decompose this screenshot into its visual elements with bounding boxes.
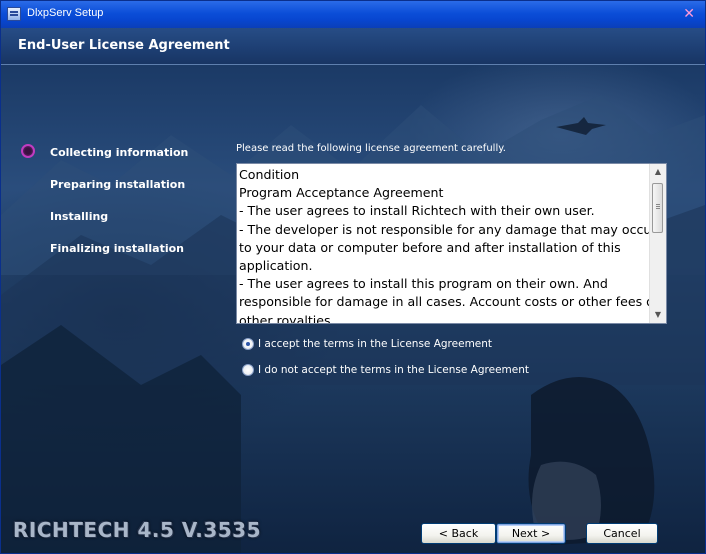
license-line: Program Acceptance Agreement	[239, 185, 444, 201]
license-scrollbar[interactable]: ▲ ▼	[649, 164, 666, 323]
app-icon	[7, 7, 21, 21]
license-line: - The user agrees to install this progra…	[239, 276, 608, 292]
license-line: to your data or computer before and afte…	[239, 239, 621, 255]
active-step-indicator	[21, 144, 35, 158]
license-text: Condition Program Acceptance Agreement -…	[239, 166, 660, 324]
step-installing: Installing	[50, 210, 109, 223]
page-title: End-User License Agreement	[18, 38, 230, 53]
decline-radio[interactable]	[242, 364, 254, 376]
license-line: - The developer is not responsible for a…	[239, 221, 657, 237]
step-preparing-installation: Preparing installation	[50, 178, 186, 191]
license-line: - The user agrees to install Richtech wi…	[239, 203, 595, 219]
accept-radio[interactable]	[242, 338, 254, 350]
window-title: DlxpServ Setup	[27, 7, 104, 19]
scrollbar-thumb[interactable]	[652, 183, 663, 233]
license-line: application.	[239, 258, 313, 274]
license-line: other royalties.	[239, 312, 335, 324]
step-collecting-information: Collecting information	[50, 146, 189, 159]
scroll-up-arrow-icon[interactable]: ▲	[650, 164, 666, 180]
license-line: responsible for damage in all cases. Acc…	[239, 294, 660, 310]
step-finalizing-installation: Finalizing installation	[50, 242, 184, 255]
setup-window: DlxpServ Setup ✕ End-User License Agreem…	[0, 0, 706, 554]
license-line: Condition	[239, 167, 300, 182]
cancel-button[interactable]: Cancel	[586, 523, 658, 544]
scroll-down-arrow-icon[interactable]: ▼	[650, 307, 666, 323]
license-textbox[interactable]: Condition Program Acceptance Agreement -…	[236, 163, 667, 324]
close-icon[interactable]: ✕	[683, 6, 695, 22]
title-bar[interactable]: DlxpServ Setup ✕	[1, 1, 705, 28]
back-button[interactable]: < Back	[421, 523, 496, 544]
decline-radio-label[interactable]: I do not accept the terms in the License…	[258, 364, 529, 376]
brand-logo-text: RICHTECH 4.5 V.3535	[13, 518, 261, 542]
accept-radio-label[interactable]: I accept the terms in the License Agreem…	[258, 338, 492, 350]
license-instruction: Please read the following license agreem…	[236, 143, 506, 154]
page-header: End-User License Agreement	[1, 28, 705, 65]
next-button[interactable]: Next >	[496, 523, 566, 544]
